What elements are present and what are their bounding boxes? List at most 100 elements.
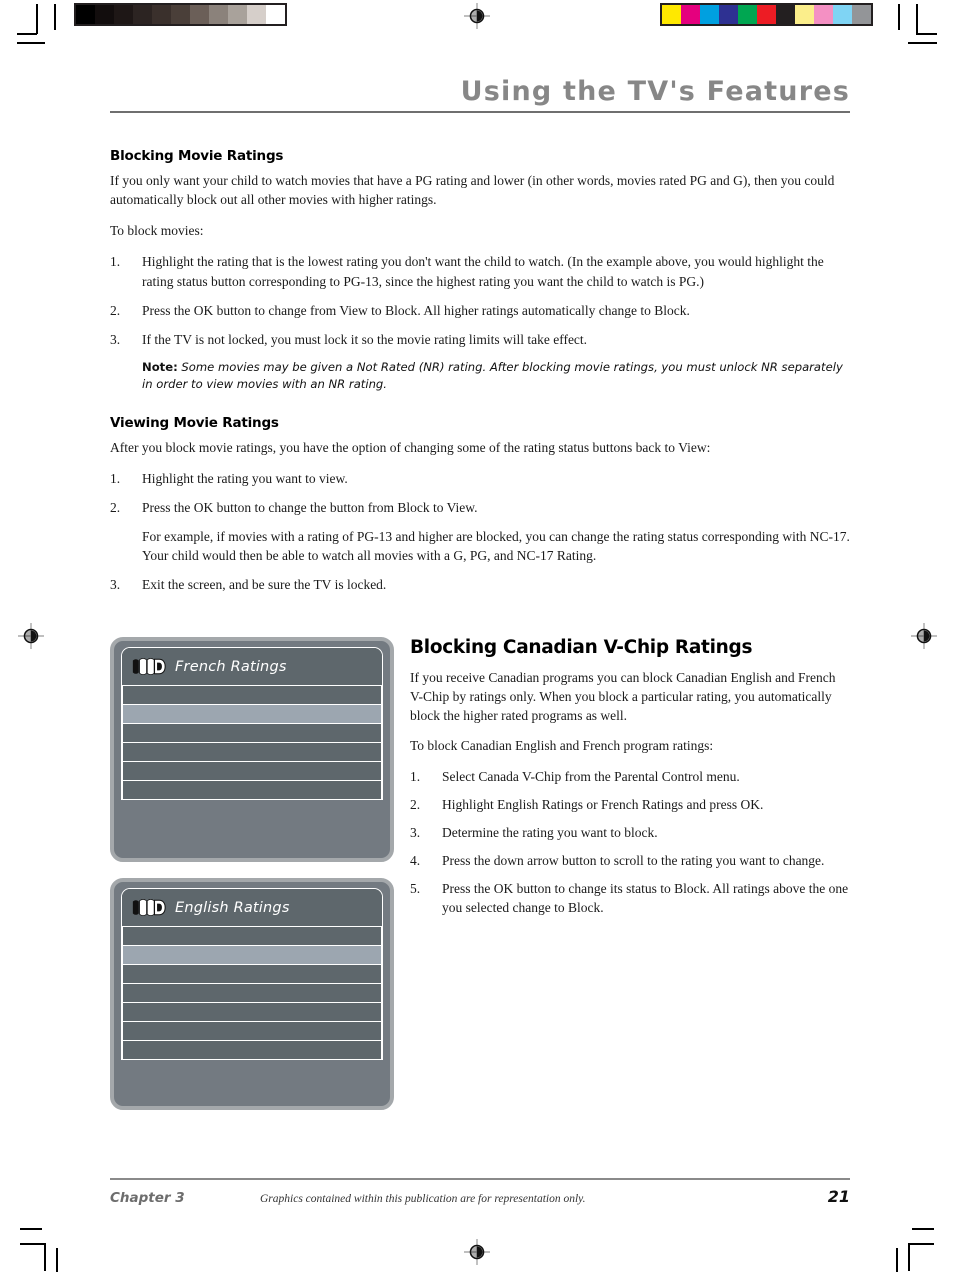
list-item: 3. Exit the screen, and be sure the TV is… [110,575,850,594]
tv-rating-row[interactable] [122,743,382,762]
note-body: Some movies may be given a Not Rated (NR… [142,360,843,391]
paragraph-viewing-movie-intro: After you block movie ratings, you have … [110,438,850,457]
tv-menu-title: English Ratings [175,899,290,916]
text-run: : [706,439,711,455]
english-ratings-screen: English Ratings [110,878,394,1110]
tv-rating-row[interactable] [122,686,382,705]
text-run: Highlight [442,796,498,812]
text-run: Press the down arrow button to scroll to… [442,853,825,869]
emphasised-term: Block [674,881,707,897]
paragraph-to-block-movies: To block movies: [110,223,204,239]
text-run: or [583,796,602,812]
emphasised-term: Block [385,302,418,318]
list-item-number: 3. [110,577,121,593]
emphasised-term: View [339,302,368,318]
list-item: 3. Determine the rating you want to block… [410,823,850,842]
list-item-text: Highlight the rating that is the lowest … [142,254,824,288]
emphasised-term: English Ratings [497,796,584,812]
list-item-number: 1. [410,768,421,784]
page-header: Using the TV's Features [110,76,850,114]
text-run: . [686,302,690,318]
list-item-number: 3. [410,824,421,840]
emphasised-term: View [446,500,475,515]
list-item-number: 1. [110,470,121,486]
list-item: 1. Highlight the rating you want to view. [110,469,850,488]
header-divider-rule [110,111,850,114]
list-item-number: 2. [110,500,121,515]
list-item: 4. Press the down arrow button to scroll … [410,851,850,870]
rca-swoosh-logo-icon [132,899,166,916]
list-item-text: Exit the screen, and be sure the TV is l… [142,577,386,592]
emphasised-term: View [678,439,707,455]
tv-rating-row[interactable] [122,781,382,800]
list-item: 2. Press the OK button to change the butt… [110,498,850,517]
text-run: Select [442,768,479,784]
tv-menu-panel: French Ratings [121,647,383,800]
text-run: Exit the screen, and be sure the TV is l… [142,577,387,593]
tv-rating-row[interactable] [122,965,382,984]
list-item-text: Press the OK button to change its status… [442,881,848,915]
text-run: to [429,500,447,515]
tv-rating-row[interactable] [122,1003,382,1022]
tv-rating-row-highlighted[interactable] [122,946,382,965]
list-item-text: Determine the rating you want to block. [442,825,658,840]
tv-menu-titlebar: English Ratings [122,889,382,927]
tv-screens-spacer [110,862,398,878]
text-run: Press the OK button to change the button… [142,500,398,515]
tv-rating-row[interactable] [122,762,382,781]
note-label: Note: [142,360,178,375]
list-blocking-movie-steps: 1. Highlight the rating that is the lowes… [110,252,850,349]
document-page: Using the TV's Features Blocking Movie R… [0,0,954,1272]
text-run: After you block movie ratings, you have … [110,439,679,455]
footer-chapter-label: Chapter 3 [110,1189,185,1206]
text-run: . [474,500,478,515]
footer-page-number: 21 [827,1186,850,1206]
paragraph-canadian-vchip-intro: If you receive Canadian programs you can… [410,670,836,724]
text-run: and press OK. [683,796,764,812]
footer-disclaimer: Graphics contained within this publicati… [260,1192,586,1205]
section-blocking-movie-ratings: Blocking Movie Ratings If you only want … [110,148,850,393]
list-item-text: Press the OK button to change from View … [142,303,690,318]
tv-rating-rows [122,927,382,1060]
tv-rating-row[interactable] [122,984,382,1003]
tv-rating-row[interactable] [122,1041,382,1060]
tv-rating-row[interactable] [122,724,382,743]
tv-rating-row[interactable] [122,1022,382,1041]
text-run: Press the OK button to change from [142,302,340,318]
paragraph-blocking-movie-intro: If you only want your child to watch mov… [110,173,835,208]
list-item-number: 5. [410,881,421,897]
list-canadian-vchip-steps: 1. Select Canada V-Chip from the Parental… [410,767,850,918]
tv-menu-titlebar: French Ratings [122,648,382,686]
list-item-number: 2. [410,796,421,812]
rca-swoosh-logo-icon [132,658,166,675]
list-item: 1. Highlight the rating that is the lowes… [110,252,850,290]
list-item-text: Press the OK button to change the button… [142,500,478,515]
list-item-text: Highlight the rating you want to view. [142,471,348,486]
emphasised-term: Block [397,500,430,515]
list-item-number: 1. [110,254,121,270]
text-run: from the [561,768,615,784]
rca-swoosh-logo-icon [132,898,166,917]
heading-blocking-canadian-vchip: Blocking Canadian V-Chip Ratings [410,637,753,658]
tv-rating-row[interactable] [122,927,382,946]
tv-rating-rows [122,686,382,800]
text-run: Determine the rating you want to block. [442,824,658,840]
text-run: . All higher ratings automatically chang… [417,302,655,318]
rca-swoosh-logo-icon [132,657,166,676]
column-tv-screenshots: French Ratings English Ratings [110,637,398,1110]
text-run: . [600,900,604,916]
page-title: Using the TV's Features [460,76,850,107]
list-item: 2. Highlight English Ratings or French Ra… [410,795,850,814]
tv-rating-row-highlighted[interactable] [122,705,382,724]
list-item-number: 3. [110,331,121,347]
emphasised-term: Block [654,302,687,318]
tv-screen-blank-area [114,800,390,858]
text-run: to [367,302,386,318]
list-item-text: Highlight English Ratings or French Rati… [442,797,763,812]
list-item-continuation: For example, if movies with a rating of … [142,529,850,564]
emphasised-term: Parental Control [614,768,703,784]
list-item-text: Press the down arrow button to scroll to… [442,853,824,868]
footer-row: Chapter 3 Graphics contained within this… [110,1187,850,1207]
paragraph-to-block-canadian: To block Canadian English and French pro… [410,738,714,754]
list-item-text: If the TV is not locked, you must lock i… [142,332,587,347]
